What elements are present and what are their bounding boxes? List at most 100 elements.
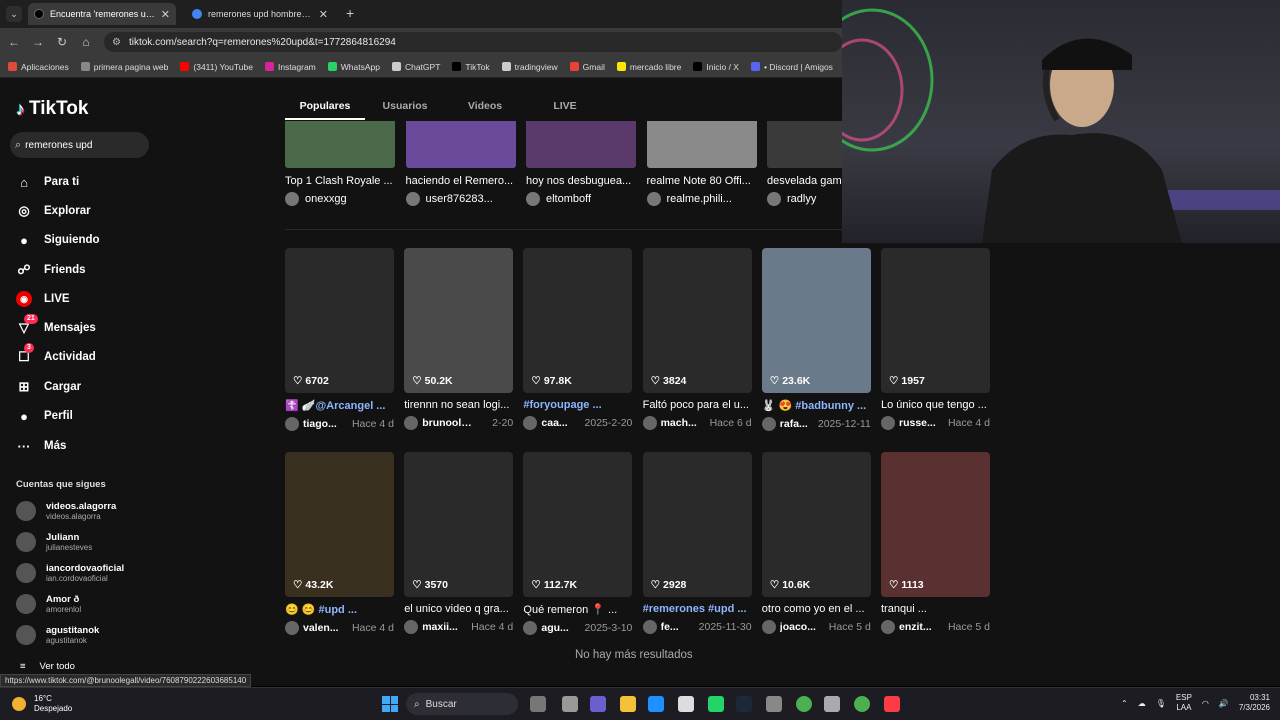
tab-search-button[interactable]: ⌄ (6, 6, 22, 22)
followed-account[interactable]: videos.alagorra videos.alagorra (16, 501, 116, 521)
video-card[interactable]: ♡ 97.8K #foryoupage ... caa... 2025-2-20 (523, 248, 633, 430)
video-title[interactable]: #foryoupage ... (523, 399, 632, 411)
video-card[interactable]: ♡ 10.6K otro como yo en el ... joaco... Hace… (761, 452, 871, 634)
video-title[interactable]: Faltó poco para el u... (643, 399, 752, 411)
site-info-icon[interactable]: ⚙ (112, 37, 121, 48)
home-icon[interactable]: ⌂ (78, 34, 94, 50)
edge-icon[interactable] (648, 696, 664, 712)
tab-videos[interactable]: Videos (445, 92, 525, 120)
author-name[interactable]: rafa... (780, 418, 808, 430)
video-title[interactable]: Top 1 Clash Royale ... (285, 175, 395, 187)
video-card[interactable]: ♡ 1113 tranqui ... enzit... Hace 5 d (881, 452, 990, 634)
sidebar-item-explorar[interactable]: ◎ Explorar (16, 203, 90, 219)
task-view-icon[interactable] (530, 696, 546, 712)
followed-account[interactable]: agustitanok agustitanok (16, 625, 99, 645)
close-tab-icon[interactable]: ✕ (319, 8, 328, 21)
video-author[interactable]: user876283... (405, 192, 516, 206)
author-name[interactable]: brunoole... (422, 417, 474, 429)
video-thumbnail[interactable]: ♡ 6702 (285, 248, 394, 393)
sidebar-item-para-ti[interactable]: ⌂ Para ti (16, 174, 79, 190)
video-card[interactable]: haciendo el Remero... user876283... (405, 121, 516, 206)
settings-icon[interactable] (824, 696, 840, 712)
video-thumbnail[interactable]: ♡ 2928 (642, 452, 752, 597)
bookmark-item[interactable]: primera pagina web (80, 62, 168, 72)
video-thumbnail[interactable] (405, 121, 516, 168)
tab-usuarios[interactable]: Usuarios (365, 92, 445, 120)
teams-icon[interactable] (590, 696, 606, 712)
sidebar-item-mensajes[interactable]: ▽ 21 Mensajes (16, 314, 96, 336)
video-title[interactable]: #remerones #upd ... (643, 603, 752, 615)
bookmark-item[interactable]: (3411) YouTube (180, 62, 253, 72)
store-icon[interactable] (678, 696, 694, 712)
forward-icon[interactable]: → (30, 34, 46, 50)
bookmark-item[interactable]: tradingview (501, 62, 558, 72)
author-name[interactable]: caa... (541, 417, 567, 429)
video-card[interactable]: ♡ 50.2K tirennn no sean logi... brunoole...… (404, 248, 514, 430)
video-title[interactable]: 😊 😊 #upd ... (285, 603, 394, 616)
video-card[interactable]: ♡ 1957 Lo único que tengo ... russe... Hace … (881, 248, 990, 430)
obs-icon[interactable] (766, 696, 782, 712)
author-name[interactable]: enzit... (899, 621, 932, 633)
author-name[interactable]: joaco... (780, 621, 816, 633)
video-thumbnail[interactable] (526, 121, 636, 168)
video-card[interactable]: ♡ 6702 ☦️ 🪽@Arcangel ... tiago... Hace 4 d (285, 248, 394, 431)
author-name[interactable]: russe... (899, 417, 936, 429)
file-explorer-icon[interactable] (620, 696, 636, 712)
volume-icon[interactable]: 🔊 (1219, 699, 1229, 708)
video-title[interactable]: 🐰 😍 #badbunny ... (762, 399, 871, 412)
whatsapp-icon[interactable] (708, 696, 724, 712)
video-card[interactable]: realme Note 80 Offi... realme.phili... (646, 121, 757, 206)
microphone-icon[interactable]: 🎙 (1156, 699, 1166, 708)
weather-widget[interactable]: 16°C Despejado (12, 694, 72, 714)
onedrive-icon[interactable]: ☁ (1138, 699, 1146, 708)
author-name[interactable]: tiago... (303, 418, 337, 430)
video-title[interactable]: ☦️ 🪽@Arcangel ... (285, 399, 394, 412)
author-name[interactable]: agu... (541, 622, 568, 634)
bookmark-item[interactable]: WhatsApp (327, 62, 380, 72)
video-title[interactable]: hoy nos desbuguea... (526, 175, 636, 187)
video-card[interactable]: ♡ 3570 el unico video q gra... maxii... Hace… (404, 452, 514, 634)
author-name[interactable]: fe... (661, 621, 679, 633)
wifi-icon[interactable]: ◠ (1202, 699, 1209, 708)
sidebar-item-friends[interactable]: ☍ Friends (16, 262, 85, 278)
bookmark-item[interactable]: Inicio / X (693, 62, 739, 72)
video-title[interactable]: Lo único que tengo ... (881, 399, 990, 411)
video-card[interactable]: ♡ 23.6K 🐰 😍 #badbunny ... rafa... 2025-12-11 (761, 248, 871, 431)
followed-account[interactable]: Juliann julianesteves (16, 532, 92, 552)
sidebar-item-más[interactable]: ··· Más (16, 438, 67, 454)
video-thumbnail[interactable]: ♡ 3570 (404, 452, 514, 597)
bookmark-item[interactable]: Instagram (264, 62, 316, 72)
video-title[interactable]: tranqui ... (881, 603, 990, 615)
video-card[interactable]: hoy nos desbuguea... eltomboff (526, 121, 636, 206)
bookmark-item[interactable]: Aplicaciones (8, 62, 69, 72)
video-card[interactable]: ♡ 3824 Faltó poco para el u... mach... Hace … (642, 248, 752, 430)
sidebar-item-siguiendo[interactable]: ● Siguiendo (16, 232, 100, 248)
bookmark-item[interactable]: TikTok (452, 62, 490, 72)
see-all-link[interactable]: ≡ Ver todo (20, 661, 75, 672)
followed-account[interactable]: Amor ð amorenlol (16, 594, 81, 614)
video-thumbnail[interactable] (285, 121, 395, 168)
chrome-icon[interactable] (796, 696, 812, 712)
sidebar-item-cargar[interactable]: ⊞ Cargar (16, 379, 82, 395)
bookmark-item[interactable]: mercado libre (616, 62, 681, 72)
tab-populares[interactable]: Populares (285, 92, 365, 120)
sidebar-item-perfil[interactable]: ● Perfil (16, 408, 73, 424)
clock[interactable]: 03:31 7/3/2026 (1239, 693, 1270, 713)
followed-account[interactable]: iancordovaoficial ian.cordovaoficial (16, 563, 124, 583)
browser-tab-tiktok[interactable]: Encuentra 'remerones upd' en ✕ (28, 3, 176, 25)
author-name[interactable]: mach... (661, 417, 697, 429)
video-title[interactable]: haciendo el Remero... (406, 175, 516, 187)
video-card[interactable]: ♡ 112.7K Qué remeron 📍 ... agu... 2025-3-10 (523, 452, 633, 635)
new-tab-button[interactable]: + (346, 5, 354, 21)
author-name[interactable]: valen... (303, 622, 339, 634)
video-thumbnail[interactable]: ♡ 1113 (881, 452, 990, 597)
video-thumbnail[interactable]: ♡ 97.8K (523, 248, 633, 393)
video-thumbnail[interactable]: ♡ 112.7K (523, 452, 633, 597)
address-bar[interactable]: ⚙ tiktok.com/search?q=remerones%20upd&t=… (104, 32, 842, 52)
video-card[interactable]: ♡ 2928 #remerones #upd ... fe... 2025-11-30 (642, 452, 752, 634)
video-thumbnail[interactable]: ♡ 23.6K (761, 248, 871, 393)
sidebar-item-live[interactable]: ◉ LIVE (16, 291, 70, 307)
video-title[interactable]: otro como yo en el ... (762, 603, 871, 615)
chevron-up-icon[interactable]: ⌃ (1121, 699, 1128, 708)
sidebar-item-actividad[interactable]: ☐ 3 Actividad (16, 343, 96, 365)
